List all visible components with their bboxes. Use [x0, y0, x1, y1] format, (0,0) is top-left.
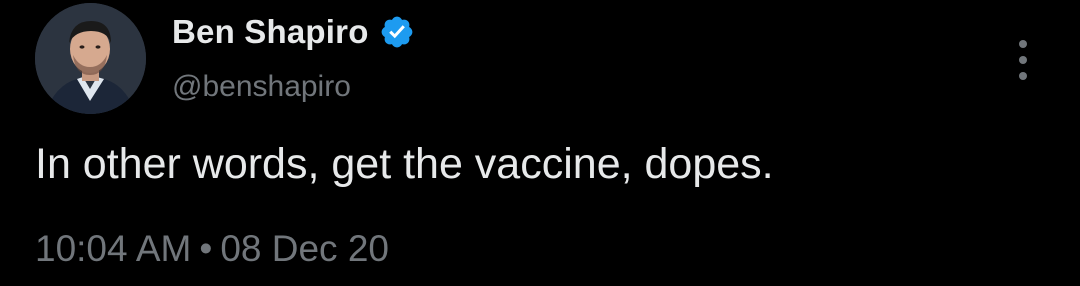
more-dot — [1019, 72, 1027, 80]
verified-badge-icon[interactable] — [379, 14, 415, 50]
meta-separator: • — [199, 228, 213, 269]
more-dot — [1019, 40, 1027, 48]
tweet: Ben Shapiro @benshapiro In other words, … — [0, 0, 1080, 286]
avatar[interactable] — [35, 3, 146, 114]
tweet-date: 08 Dec 20 — [220, 228, 389, 269]
tweet-time: 10:04 AM — [35, 228, 192, 269]
author-row: Ben Shapiro — [172, 10, 415, 54]
tweet-text: In other words, get the vaccine, dopes. — [35, 140, 774, 188]
more-dot — [1019, 56, 1027, 64]
more-options-icon[interactable] — [1010, 40, 1036, 80]
author-handle[interactable]: @benshapiro — [172, 70, 351, 104]
tweet-timestamp[interactable]: 10:04 AM • 08 Dec 20 — [35, 228, 389, 270]
author-name[interactable]: Ben Shapiro — [172, 13, 369, 51]
avatar-image — [35, 3, 146, 114]
